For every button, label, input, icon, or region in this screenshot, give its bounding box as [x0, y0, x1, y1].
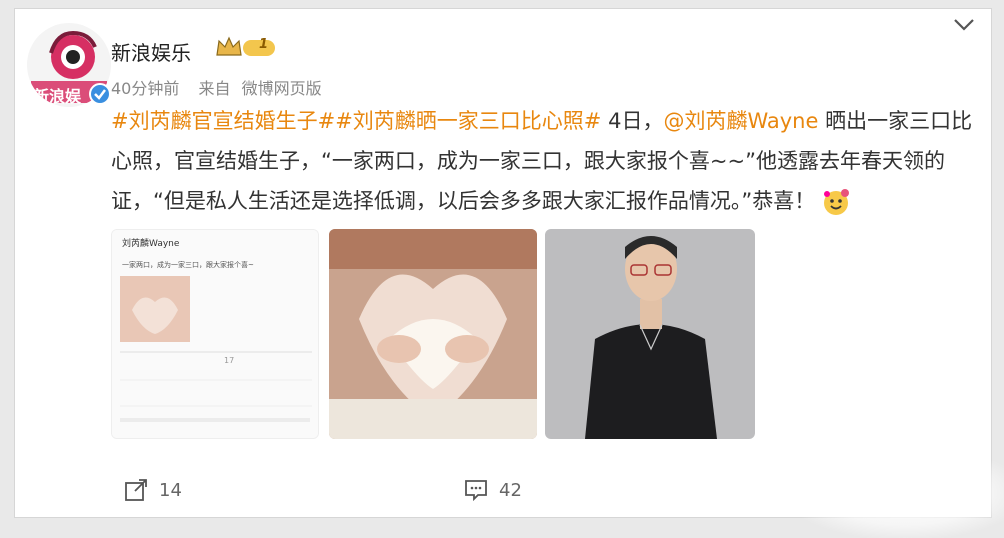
vip-level: 1	[259, 37, 269, 52]
hashtag-link[interactable]: #刘芮麟晒一家三口比心照#	[335, 109, 601, 133]
mention-link[interactable]: @刘芮麟Wayne	[663, 109, 818, 133]
comment-icon	[465, 480, 487, 502]
light-glare	[790, 448, 1004, 538]
chevron-down-icon[interactable]	[953, 17, 975, 36]
source-prefix: 来自	[198, 79, 231, 98]
post-text-part: 4日，	[601, 109, 664, 133]
thumb-line: 一家两口，成为一家三口，跟大家报个喜~	[122, 261, 254, 269]
avatar-text: 新浪娱	[33, 87, 82, 106]
post-image-1[interactable]: 刘芮麟Wayne 一家两口，成为一家三口，跟大家报个喜~ 17	[111, 229, 319, 439]
verified-badge-icon	[89, 83, 111, 105]
forward-count: 14	[159, 479, 182, 501]
share-icon	[125, 479, 147, 501]
post-time[interactable]: 40分钟前	[111, 79, 179, 98]
post-meta: 40分钟前 来自 微博网页版	[111, 75, 322, 99]
post-source[interactable]: 微博网页版	[242, 79, 322, 98]
thumb-title: 刘芮麟Wayne	[122, 239, 180, 249]
author-name[interactable]: 新浪娱乐	[111, 37, 191, 66]
post-text: #刘芮麟官宣结婚生子##刘芮麟晒一家三口比心照# 4日，@刘芮麟Wayne 晒出…	[111, 101, 981, 221]
post-image-2[interactable]	[329, 229, 537, 439]
post-image-3[interactable]	[545, 229, 755, 439]
thumb-count: 17	[224, 356, 235, 365]
congrats-emoji-icon	[821, 187, 851, 217]
comment-button[interactable]: 42	[463, 477, 522, 503]
hashtag-link[interactable]: #刘芮麟官宣结婚生子#	[111, 109, 335, 133]
vip-badge[interactable]: 1	[215, 35, 277, 63]
forward-button[interactable]: 14	[123, 477, 182, 503]
comment-count: 42	[499, 479, 522, 501]
weibo-post-card: 新浪娱 新浪娱乐 1 40分钟前 来自 微博网页版 #刘芮麟官宣结婚生子##刘芮…	[14, 8, 992, 518]
